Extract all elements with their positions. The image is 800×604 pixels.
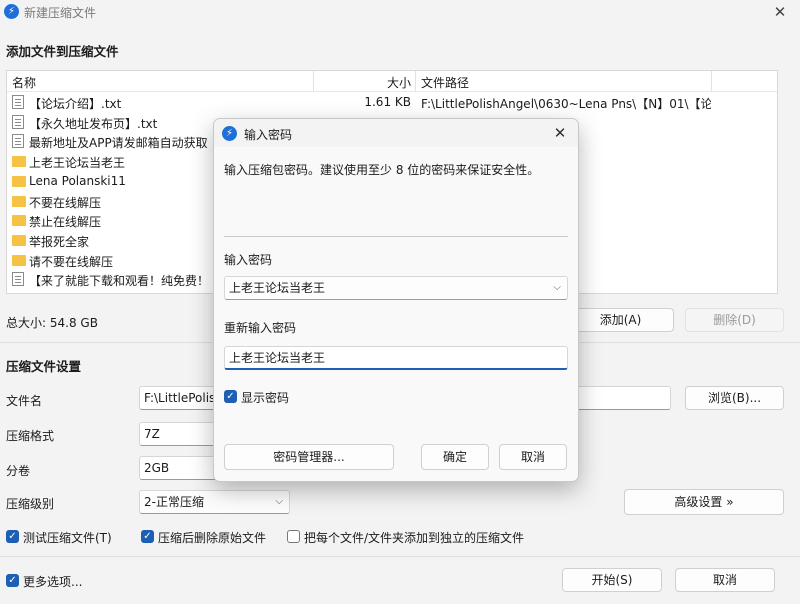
title-bar: ⚡ 新建压缩文件 ✕ bbox=[0, 0, 800, 24]
folder-icon bbox=[12, 234, 26, 246]
file-name: 不要在线解压 bbox=[29, 195, 102, 210]
file-name: 最新地址及APP请发邮箱自动获取 bbox=[29, 136, 208, 151]
folder-icon bbox=[12, 215, 26, 227]
separate-archives-label[interactable]: 把每个文件/文件夹添加到独立的压缩文件 bbox=[304, 529, 524, 546]
dialog-title-bar: ⚡ 输入密码 ✕ bbox=[214, 119, 578, 147]
format-value: 7Z bbox=[144, 427, 160, 441]
show-password-label[interactable]: 显示密码 bbox=[241, 389, 289, 406]
file-icon bbox=[12, 114, 24, 129]
file-name: 举报死全家 bbox=[29, 234, 90, 249]
folder-icon bbox=[12, 195, 26, 207]
dialog-description: 输入压缩包密码。建议使用至少 8 位的密码来保证安全性。 bbox=[224, 163, 540, 177]
file-name: Lena Polanski11 bbox=[29, 173, 126, 188]
password-manager-button[interactable]: 密码管理器... bbox=[224, 444, 394, 470]
file-name: 上老王论坛当老王 bbox=[29, 156, 126, 171]
filename-label: 文件名 bbox=[6, 394, 43, 408]
dialog-close-button[interactable]: ✕ bbox=[546, 122, 574, 144]
divider bbox=[224, 236, 568, 237]
delete-after-label[interactable]: 压缩后删除原始文件 bbox=[158, 529, 266, 546]
file-icon bbox=[12, 95, 24, 109]
add-button[interactable]: 添加(A) bbox=[567, 308, 674, 332]
column-header-size[interactable]: 大小 bbox=[387, 74, 411, 91]
volume-label: 分卷 bbox=[6, 464, 31, 478]
start-button[interactable]: 开始(S) bbox=[562, 568, 662, 592]
level-label: 压缩级别 bbox=[6, 497, 55, 511]
level-value: 2-正常压缩 bbox=[144, 495, 204, 509]
test-archive-checkbox[interactable]: ✓ bbox=[6, 530, 19, 543]
separate-archives-checkbox[interactable] bbox=[287, 530, 300, 543]
format-label: 压缩格式 bbox=[6, 429, 55, 443]
file-list-header: 名称 大小 文件路径 bbox=[7, 71, 777, 92]
cancel-button[interactable]: 取消 bbox=[675, 568, 775, 592]
total-size-label: 总大小: 54.8 GB bbox=[6, 316, 98, 330]
close-window-button[interactable]: ✕ bbox=[768, 1, 792, 23]
delete-button[interactable]: 删除(D) bbox=[685, 308, 784, 332]
dialog-cancel-button[interactable]: 取消 bbox=[499, 444, 567, 470]
more-options-checkbox[interactable]: ✓ bbox=[6, 574, 19, 587]
file-path: F:\LittlePolishAngel\0630~Lena Pns\【N】01… bbox=[421, 97, 711, 111]
volume-value: 2GB bbox=[144, 461, 170, 475]
delete-after-checkbox[interactable]: ✓ bbox=[141, 530, 154, 543]
file-name: 请不要在线解压 bbox=[29, 254, 114, 269]
file-name: 【永久地址发布页】.txt bbox=[29, 116, 158, 131]
more-options-label[interactable]: 更多选项... bbox=[23, 573, 82, 590]
folder-icon bbox=[12, 156, 26, 168]
file-size: 1.61 KB bbox=[364, 95, 411, 109]
level-select[interactable]: 2-正常压缩 ⌵ bbox=[139, 490, 290, 514]
reenter-password-label: 重新输入密码 bbox=[224, 321, 297, 335]
file-list-row[interactable]: 【论坛介绍】.txt 1.61 KB F:\LittlePolishAngel\06… bbox=[7, 92, 777, 112]
folder-icon bbox=[12, 254, 26, 266]
file-name: 【来了就能下载和观看！纯免费！ bbox=[29, 274, 210, 289]
show-password-checkbox[interactable]: ✓ bbox=[224, 390, 237, 403]
column-header-path[interactable]: 文件路径 bbox=[421, 74, 469, 91]
chevron-down-icon[interactable]: ⌵ bbox=[553, 277, 561, 299]
settings-heading: 压缩文件设置 bbox=[6, 359, 82, 374]
file-name: 【论坛介绍】.txt bbox=[29, 97, 122, 111]
file-icon bbox=[12, 272, 24, 287]
column-header-name[interactable]: 名称 bbox=[12, 74, 36, 91]
password-value: 上老王论坛当老王 bbox=[229, 281, 326, 295]
advanced-settings-button[interactable]: 高级设置 » bbox=[624, 489, 784, 515]
ok-button[interactable]: 确定 bbox=[421, 444, 489, 470]
divider bbox=[0, 556, 800, 557]
reenter-password-input[interactable]: 上老王论坛当老王 bbox=[224, 346, 568, 370]
browse-button[interactable]: 浏览(B)... bbox=[685, 386, 784, 410]
password-label: 输入密码 bbox=[224, 253, 273, 267]
folder-icon bbox=[12, 175, 26, 187]
app-logo-icon: ⚡ bbox=[4, 4, 19, 19]
test-archive-label[interactable]: 测试压缩文件(T) bbox=[23, 529, 112, 546]
window-title: 新建压缩文件 bbox=[24, 6, 97, 20]
chevron-down-icon: ⌵ bbox=[275, 496, 283, 507]
file-icon bbox=[12, 134, 24, 149]
dialog-title: 输入密码 bbox=[244, 128, 293, 142]
password-dialog: ⚡ 输入密码 ✕ 输入压缩包密码。建议使用至少 8 位的密码来保证安全性。 输入… bbox=[213, 118, 579, 482]
password-input[interactable]: 上老王论坛当老王 ⌵ bbox=[224, 276, 568, 300]
file-name: 禁止在线解压 bbox=[29, 215, 102, 230]
add-files-heading: 添加文件到压缩文件 bbox=[6, 44, 119, 59]
app-logo-icon: ⚡ bbox=[222, 126, 237, 141]
